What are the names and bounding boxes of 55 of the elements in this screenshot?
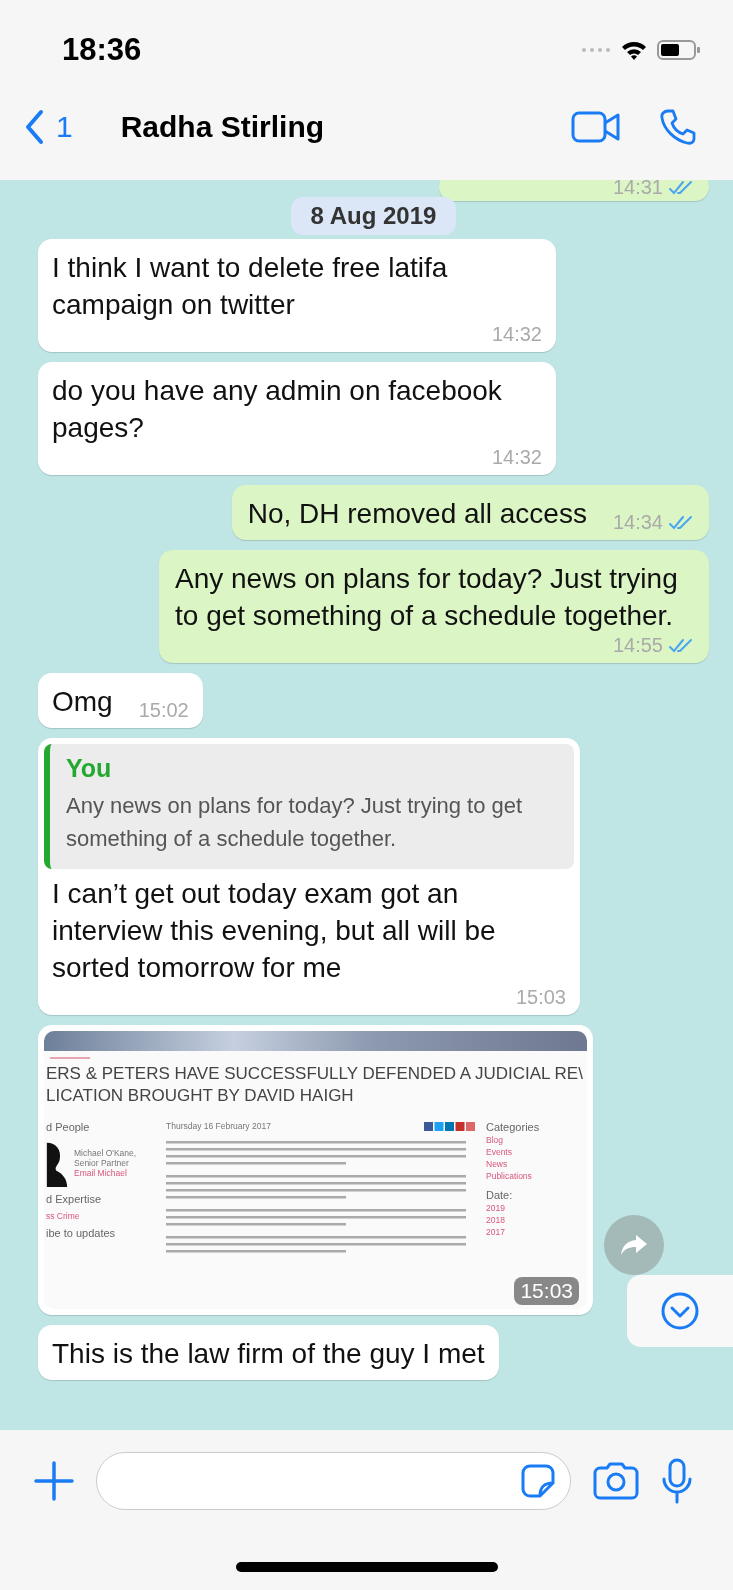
signal-dots-icon xyxy=(581,47,611,53)
date-label: 8 Aug 2019 xyxy=(290,197,457,235)
sidebar-heading: d Expertise xyxy=(46,1193,102,1205)
sidebar-heading: d People xyxy=(46,1121,90,1133)
message-time: 14:32 xyxy=(491,446,542,469)
article-date: Thursday 16 February 2017 xyxy=(166,1121,271,1131)
category-link[interactable]: Events xyxy=(486,1147,512,1157)
message-time: 15:02 xyxy=(138,699,189,722)
message-time: 15:03 xyxy=(514,1277,579,1305)
category-link[interactable]: Publications xyxy=(486,1171,532,1181)
status-time: 18:36 xyxy=(62,32,142,68)
message-text: I can’t get out today exam got an interview this evening, but all will be sorted tomorrow for me xyxy=(52,877,497,985)
add-icon[interactable] xyxy=(34,1461,74,1501)
sidebar-heading: ibe to updates xyxy=(46,1227,116,1239)
chevron-down-circle-icon xyxy=(660,1291,700,1331)
message-text: No, DH removed all access xyxy=(247,497,587,531)
message-text: Any news on plans for today? Just trying to get something of a schedule together. xyxy=(175,562,679,633)
forward-button[interactable] xyxy=(604,1215,664,1275)
message-text: I think I want to delete free latifa campaign on twitter xyxy=(52,251,449,322)
message-text: do you have any admin on facebook pages? xyxy=(52,374,503,445)
contact-name[interactable]: Radha Stirling xyxy=(120,110,325,144)
camera-icon[interactable] xyxy=(593,1462,639,1500)
battery-icon xyxy=(657,39,701,61)
video-call-icon[interactable] xyxy=(571,110,621,144)
person-name: Michael O'Kane, Senior Partner xyxy=(74,1148,138,1168)
share-icons[interactable] xyxy=(424,1121,476,1131)
sidebar-link[interactable]: ss Crime xyxy=(46,1211,80,1221)
category-link[interactable]: News xyxy=(486,1159,508,1169)
message-time: 15:03 xyxy=(515,986,566,1009)
article-headline: ERS & PETERS HAVE SUCCESSFULLY DEFENDED A JUDICIAL RE\ xyxy=(45,1063,584,1085)
scroll-down-button[interactable] xyxy=(627,1275,733,1347)
message-text: This is the law firm of the guy I met xyxy=(52,1337,485,1371)
forward-arrow-icon xyxy=(620,1233,648,1257)
year-link[interactable]: 2019 xyxy=(486,1203,505,1213)
microphone-icon[interactable] xyxy=(661,1458,693,1504)
back-chevron-icon xyxy=(24,109,44,145)
message-time: 14:32 xyxy=(491,323,542,346)
message-time: 14:55 xyxy=(612,634,663,657)
article-headline: LICATION BROUGHT BY DAVID HAIGH xyxy=(45,1085,355,1107)
sticker-icon[interactable] xyxy=(520,1463,556,1499)
quoted-message[interactable]: You Any news on plans for today? Just trying to get something of a schedule together. xyxy=(44,744,574,869)
sidebar-heading: Date: xyxy=(486,1189,513,1201)
message-time: 14:31 xyxy=(612,180,663,199)
phone-icon[interactable] xyxy=(659,108,697,146)
message-time: 14:34 xyxy=(612,511,663,534)
year-link[interactable]: 2018 xyxy=(486,1215,505,1225)
sidebar-heading: Categories xyxy=(486,1121,540,1133)
email-link[interactable]: Email Michael xyxy=(74,1168,154,1178)
year-link[interactable]: 2017 xyxy=(486,1227,505,1237)
quote-author: You xyxy=(66,754,113,783)
category-link[interactable]: Blog xyxy=(486,1135,503,1145)
message-text: Omg xyxy=(52,685,113,719)
wifi-icon xyxy=(621,40,647,60)
back-button[interactable]: 1 xyxy=(24,109,73,145)
quote-text: Any news on plans for today? Just trying to get something of a schedule together. xyxy=(66,792,524,853)
